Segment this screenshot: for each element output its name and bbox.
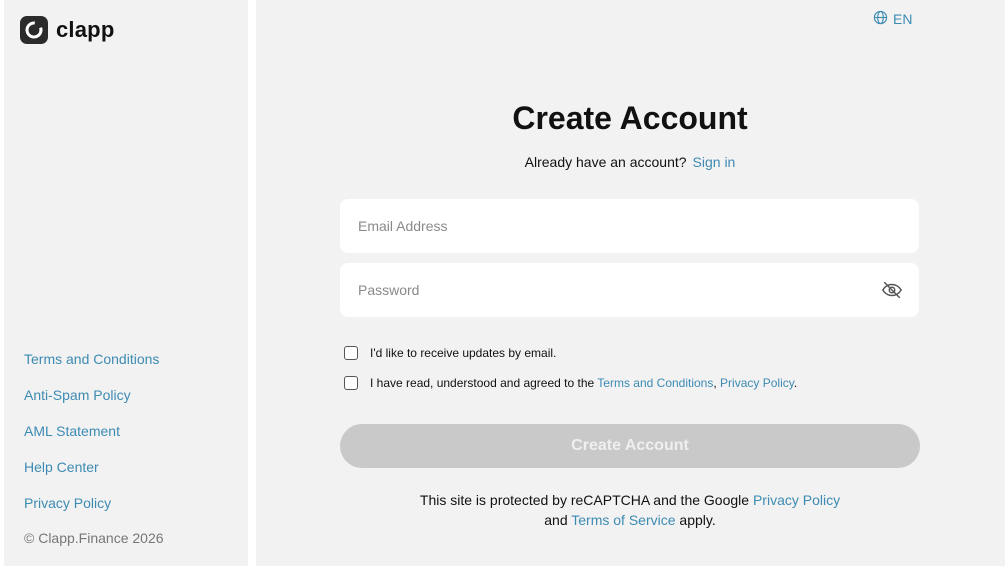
sidebar-link-privacy[interactable]: Privacy Policy [24, 494, 159, 512]
recaptcha-line1: This site is protected by reCAPTCHA and … [419, 492, 750, 508]
recaptcha-and: and [544, 512, 568, 528]
terms-checkbox-label: I have read, understood and agreed to th… [370, 376, 797, 390]
terms-link[interactable]: Terms and Conditions [597, 376, 713, 390]
copyright-text: © Clapp.Finance 2026 [24, 530, 164, 546]
sidebar-link-anti-spam[interactable]: Anti-Spam Policy [24, 386, 159, 404]
recaptcha-notice: This site is protected by reCAPTCHA and … [340, 490, 920, 530]
sidebar-link-terms[interactable]: Terms and Conditions [24, 350, 159, 368]
main-panel: EN Create Account Already have an accoun… [256, 0, 1005, 566]
recaptcha-privacy-link[interactable]: Privacy Policy [753, 492, 840, 508]
updates-checkbox-label: I'd like to receive updates by email. [370, 346, 557, 360]
page-title: Create Account [512, 100, 748, 136]
clapp-logo-icon [20, 16, 48, 44]
password-field-container [340, 263, 919, 317]
terms-checkbox[interactable] [344, 376, 358, 390]
sidebar: clapp Terms and Conditions Anti-Spam Pol… [4, 0, 248, 566]
sidebar-link-aml[interactable]: AML Statement [24, 422, 159, 440]
privacy-link[interactable]: Privacy Policy [720, 376, 794, 390]
recaptcha-apply: apply. [679, 512, 716, 528]
sidebar-link-help-center[interactable]: Help Center [24, 458, 159, 476]
email-field[interactable] [356, 217, 860, 235]
updates-checkbox[interactable] [344, 346, 358, 360]
globe-icon [873, 10, 888, 28]
language-selector[interactable]: EN [873, 10, 912, 28]
brand-logo[interactable]: clapp [20, 16, 114, 44]
signin-prompt-row: Already have an account? Sign in [340, 154, 920, 170]
signin-link[interactable]: Sign in [693, 154, 736, 170]
updates-checkbox-row: I'd like to receive updates by email. [344, 346, 556, 360]
email-field-container [340, 199, 919, 253]
signin-prompt: Already have an account? [524, 154, 687, 170]
sidebar-links: Terms and Conditions Anti-Spam Policy AM… [24, 350, 159, 530]
terms-suffix: . [793, 376, 798, 390]
recaptcha-terms-link[interactable]: Terms of Service [571, 512, 675, 528]
terms-checkbox-row: I have read, understood and agreed to th… [344, 376, 797, 390]
brand-name: clapp [56, 17, 115, 42]
password-field[interactable] [356, 281, 860, 299]
terms-prefix: I have read, understood and agreed to th… [370, 376, 595, 390]
create-account-button[interactable]: Create Account [340, 424, 920, 468]
terms-separator: , [713, 376, 717, 390]
eye-off-icon[interactable] [881, 279, 903, 301]
language-label: EN [893, 11, 913, 27]
